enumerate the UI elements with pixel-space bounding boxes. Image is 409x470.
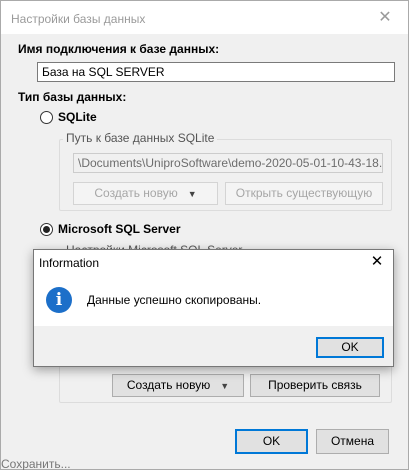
dialog-body: i Данные успешно скопированы.: [34, 274, 393, 326]
info-icon: i: [46, 287, 72, 313]
sqlite-label[interactable]: SQLite: [58, 110, 97, 124]
close-icon[interactable]: ✕: [367, 252, 387, 272]
window-title: Настройки базы данных: [11, 12, 146, 26]
chevron-down-icon: ▼: [220, 381, 230, 391]
dialog-ok-button[interactable]: OK: [316, 337, 384, 358]
sqlite-path-input[interactable]: \Documents\UniproSoftware\demo-2020-05-0…: [73, 153, 383, 173]
chevron-down-icon: ▼: [187, 189, 197, 199]
sqlite-create-button[interactable]: Создать новую ▼: [73, 182, 218, 205]
mssql-create-button[interactable]: Создать новую ▼: [112, 374, 244, 397]
mssql-label[interactable]: Microsoft SQL Server: [58, 222, 180, 236]
information-dialog: Information ✕ i Данные успешно скопирова…: [33, 249, 394, 367]
dialog-title: Information: [39, 256, 100, 270]
cancel-button[interactable]: Отмена: [316, 429, 389, 454]
bottom-cutoff-text: Сохранить...: [1, 459, 71, 470]
connection-name-input[interactable]: База на SQL SERVER: [37, 62, 395, 82]
sqlite-path-caption: Путь к базе данных SQLite: [63, 131, 218, 145]
ok-button[interactable]: OK: [235, 429, 308, 454]
dialog-message: Данные успешно скопированы.: [87, 293, 262, 307]
db-type-label: Тип базы данных:: [18, 90, 127, 104]
sqlite-create-label: Создать новую: [94, 186, 178, 200]
close-icon[interactable]: ✕: [370, 5, 400, 31]
sqlite-open-button[interactable]: Открыть существующую: [225, 182, 383, 205]
connection-name-label: Имя подключения к базе данных:: [18, 42, 220, 56]
dialog-title-bar: Information ✕: [34, 250, 393, 274]
mssql-radio[interactable]: [40, 223, 53, 236]
radio-selected-dot: [43, 226, 50, 233]
title-bar: Настройки базы данных ✕: [1, 1, 408, 34]
database-settings-window: Настройки базы данных ✕ Имя подключения …: [0, 0, 409, 470]
check-connection-button[interactable]: Проверить связь: [250, 374, 380, 397]
sqlite-radio[interactable]: [40, 111, 53, 124]
mssql-create-label: Создать новую: [126, 378, 211, 392]
